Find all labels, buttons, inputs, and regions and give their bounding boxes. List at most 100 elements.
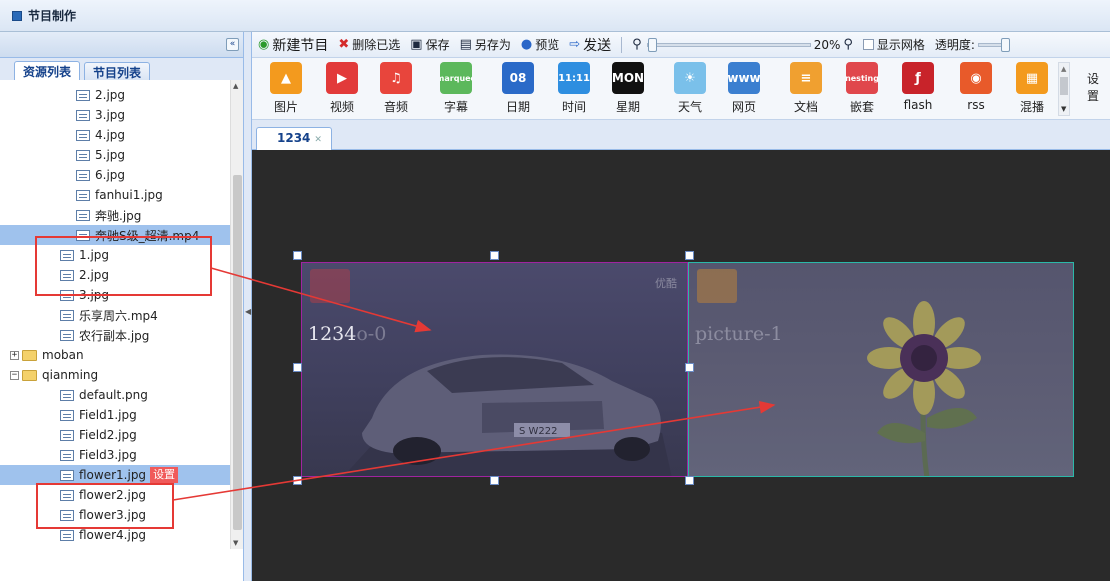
sunflower-image	[867, 301, 981, 476]
palette-item-flash[interactable]: ƒ flash	[892, 62, 944, 118]
tree-file[interactable]: 6.jpg	[0, 165, 230, 185]
zoom-slider-knob[interactable]	[647, 37, 657, 52]
tree-file[interactable]: flower1.jpg 设置	[0, 465, 230, 485]
tree-item-settings-button[interactable]: 设置	[150, 467, 179, 483]
palette-item-webpage[interactable]: www 网页	[718, 62, 770, 118]
scrollbar-thumb[interactable]	[233, 175, 242, 530]
palette-item-week[interactable]: MON 星期	[602, 62, 654, 118]
settings-button[interactable]: 设置	[1087, 70, 1110, 104]
palette-item-audio[interactable]: ♫ 音频	[370, 62, 422, 118]
zoom-out-icon[interactable]: ⚲	[632, 37, 642, 52]
toolbar-separator	[621, 36, 623, 53]
video-region[interactable]: S W222 优酷 1234o-0	[301, 262, 688, 477]
resize-handle[interactable]	[490, 476, 499, 485]
resize-handle[interactable]	[685, 363, 694, 372]
expand-toggle-icon[interactable]: −	[10, 370, 19, 380]
palette-item-picture[interactable]: ▲ 图片	[260, 62, 312, 118]
tree-file[interactable]: Field2.jpg	[0, 425, 230, 445]
tree-file[interactable]: flower3.jpg	[0, 505, 230, 525]
send-button[interactable]: ⇨ 发送	[569, 35, 611, 55]
tree-scrollbar[interactable]: ▲ ▼	[230, 80, 243, 549]
file-icon	[76, 89, 90, 101]
tree-file[interactable]: 1.jpg	[0, 245, 230, 265]
tree-file[interactable]: 3.jpg	[0, 285, 230, 305]
picture-region[interactable]: picture-1	[688, 262, 1074, 477]
delete-icon: ✖	[338, 37, 350, 52]
tab-program-1234[interactable]: 1234 ✕	[256, 127, 332, 150]
palette-scrollbar[interactable]: ▲ ▼	[1058, 62, 1070, 116]
palette-scrollbar-thumb[interactable]	[1060, 77, 1068, 95]
tree-item-label: 乐享周六.mp4	[79, 308, 158, 323]
resize-handle[interactable]	[685, 476, 694, 485]
palette-icon-text: 08	[509, 71, 527, 85]
resize-handle[interactable]	[293, 363, 302, 372]
tree-file[interactable]: default.png	[0, 385, 230, 405]
tree-file[interactable]: 5.jpg	[0, 145, 230, 165]
tree-file[interactable]: flower4.jpg	[0, 525, 230, 545]
palette-icon-text: 11:11	[558, 72, 590, 84]
palette-item-label: 天气	[677, 100, 702, 114]
palette-item-marquee[interactable]: marquee 字幕	[430, 62, 482, 118]
palette-item-label: 网页	[731, 100, 756, 114]
tree-item-label: flower2.jpg	[79, 488, 147, 502]
tree-file[interactable]: 2.jpg	[0, 85, 230, 105]
opacity-slider[interactable]	[977, 37, 1010, 52]
tree-item-label: 6.jpg	[95, 168, 126, 182]
palette-item-weather[interactable]: ☀ 天气	[664, 62, 716, 118]
show-grid-checkbox[interactable]	[862, 39, 874, 50]
preview-button[interactable]: ● 预览	[521, 36, 559, 53]
date-icon: 08	[502, 62, 534, 94]
palette-scroll-up-icon[interactable]: ▲	[1061, 65, 1066, 73]
palette-item-video[interactable]: ▶ 视频	[316, 62, 368, 118]
program-canvas[interactable]: S W222 优酷 1234o-0 picture-1	[252, 150, 1110, 581]
resize-handle[interactable]	[685, 251, 694, 260]
delete-selected-button[interactable]: ✖ 删除已选	[338, 36, 400, 53]
collapse-panel-button[interactable]: «	[226, 38, 239, 51]
picture-placeholder-icon	[697, 269, 737, 303]
palette-item-nesting[interactable]: nesting 嵌套	[836, 62, 888, 118]
opacity-label: 透明度:	[934, 38, 975, 52]
file-icon	[60, 329, 74, 341]
resize-handle[interactable]	[293, 476, 302, 485]
tree-file[interactable]: flower2.jpg	[0, 485, 230, 505]
resize-handle[interactable]	[490, 251, 499, 260]
save-as-button[interactable]: ▤ 另存为	[460, 36, 511, 53]
panel-splitter[interactable]: ◀	[244, 32, 252, 581]
expand-toggle-icon[interactable]: +	[10, 350, 19, 360]
palette-item-date[interactable]: 08 日期	[492, 62, 544, 118]
tree-folder[interactable]: − qianming	[0, 365, 230, 385]
show-grid-toggle[interactable]: 显示网格	[862, 36, 925, 53]
close-tab-icon[interactable]: ✕	[314, 135, 322, 145]
palette-scroll-down-icon[interactable]: ▼	[1061, 105, 1066, 113]
tree-file[interactable]: 3.jpg	[0, 105, 230, 125]
tree-folder[interactable]: + moban	[0, 345, 230, 365]
new-program-button[interactable]: ◉ 新建节目	[258, 35, 328, 55]
opacity-slider-knob[interactable]	[1000, 37, 1010, 52]
tree-file[interactable]: 2.jpg	[0, 265, 230, 285]
scroll-up-icon[interactable]: ▲	[233, 82, 238, 90]
palette-item-label: 时间	[561, 100, 586, 114]
delete-selected-label: 删除已选	[352, 38, 401, 52]
tree-file[interactable]: 农行副本.jpg	[0, 325, 230, 345]
tree-item-label: Field3.jpg	[79, 448, 137, 462]
tree-file[interactable]: 乐享周六.mp4	[0, 305, 230, 325]
palette-item-mixed-play[interactable]: ▦ 混播	[1006, 62, 1058, 118]
scroll-down-icon[interactable]: ▼	[233, 539, 238, 547]
tree-file[interactable]: 奔驰.jpg	[0, 205, 230, 225]
tree-file[interactable]: Field1.jpg	[0, 405, 230, 425]
palette-item-time[interactable]: 11:11 时间	[548, 62, 600, 118]
file-icon	[60, 509, 74, 521]
tree-file[interactable]: 奔驰S级_超清.mp4	[0, 225, 230, 245]
zoom-slider[interactable]	[646, 37, 811, 52]
palette-item-rss[interactable]: ◉ rss	[950, 62, 1002, 118]
tree-file[interactable]: Field3.jpg	[0, 445, 230, 465]
palette-item-label: 音频	[383, 100, 408, 114]
save-button[interactable]: ▣ 保存	[410, 36, 449, 53]
tree-file[interactable]: fanhui1.jpg	[0, 185, 230, 205]
resize-handle[interactable]	[293, 251, 302, 260]
palette-item-document[interactable]: ≡ 文档	[780, 62, 832, 118]
splitter-arrow-icon[interactable]: ◀	[245, 307, 251, 316]
tree-file[interactable]: 4.jpg	[0, 125, 230, 145]
zoom-in-icon[interactable]: ⚲	[843, 37, 853, 52]
save-icon: ▣	[410, 37, 423, 52]
